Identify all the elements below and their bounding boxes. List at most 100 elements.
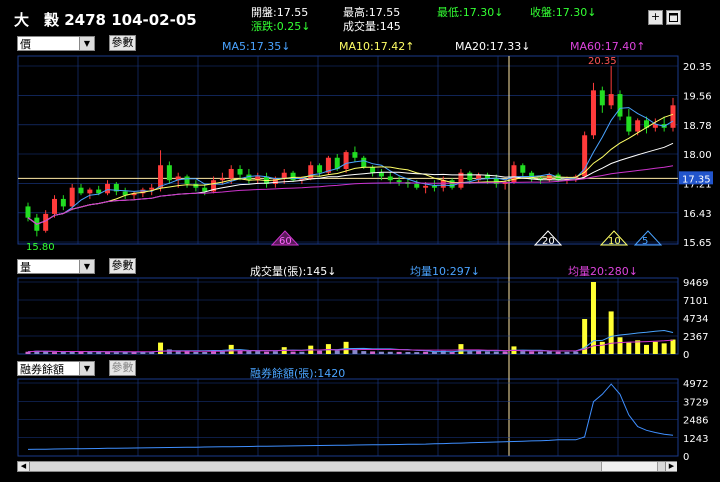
volume-bar: [193, 351, 199, 354]
ma-marker-label: 10: [608, 236, 621, 247]
candle-body: [281, 172, 287, 179]
volume-bar: [131, 352, 137, 354]
candle-body: [617, 94, 623, 117]
candle-body: [431, 185, 437, 188]
volume-bar: [555, 351, 561, 354]
volume-bar: [652, 341, 658, 354]
candle-body: [343, 152, 349, 169]
volume-bar: [272, 351, 278, 354]
ma-marker-label: 60: [279, 236, 292, 247]
volume-bar: [78, 351, 84, 354]
volume-bar: [219, 351, 225, 354]
margin-tick-label: 1243: [683, 434, 708, 445]
volume-bar: [414, 352, 420, 354]
candle-body: [202, 187, 208, 192]
volume-bar: [670, 339, 676, 354]
candle-body: [440, 180, 446, 188]
volume-tick-label: 2367: [683, 332, 708, 343]
volume-bar: [484, 351, 490, 354]
volume-bar: [113, 352, 119, 354]
volume-bar: [476, 350, 482, 354]
volume-bar: [529, 351, 535, 354]
price-tick-label: 15.65: [683, 238, 712, 249]
volume-tick-label: 0: [683, 350, 689, 361]
ma10-line: [27, 113, 674, 225]
candle-body: [414, 183, 420, 188]
chart-scrollbar[interactable]: ◀ ▶: [17, 461, 677, 472]
volume-bar: [202, 352, 208, 354]
volume-bar: [334, 350, 340, 354]
scroll-thumb[interactable]: [601, 462, 658, 471]
margin-tick-label: 4972: [683, 379, 708, 390]
current-price-label: 17.35: [682, 174, 711, 185]
avg-volume-20-line: [27, 339, 674, 353]
candle-body: [60, 198, 66, 207]
price-tick-label: 20.35: [683, 62, 712, 73]
candle-body: [670, 105, 676, 128]
volume-bar: [423, 351, 429, 354]
volume-bar: [317, 350, 323, 354]
candle-body: [25, 206, 31, 218]
volume-bar: [617, 337, 623, 354]
margin-tick-label: 2486: [683, 416, 708, 427]
scroll-left-icon[interactable]: ◀: [18, 462, 30, 471]
volume-bar: [87, 351, 93, 354]
volume-bar: [573, 351, 579, 354]
candle-body: [361, 157, 367, 168]
candle-body: [423, 185, 429, 188]
volume-bar: [537, 351, 543, 354]
candle-body: [317, 165, 323, 173]
volume-bar: [299, 351, 305, 354]
candlesticks: [25, 66, 676, 237]
volume-bar: [608, 311, 614, 354]
volume-bar: [643, 344, 649, 354]
margin-tick-label: 0: [683, 452, 689, 463]
volume-bar: [405, 352, 411, 354]
candle-body: [352, 152, 358, 158]
volume-bar: [590, 282, 596, 354]
margin-tick-label: 3729: [683, 397, 708, 408]
low-price-label: 15.80: [26, 242, 55, 253]
candle-body: [228, 168, 234, 179]
candle-body: [43, 213, 49, 231]
volume-bar: [467, 351, 473, 354]
candle-body: [626, 116, 632, 132]
candle-body: [166, 165, 172, 181]
peak-price-label: 20.35: [588, 56, 617, 67]
candle-body: [237, 168, 243, 175]
volume-bar: [264, 351, 270, 354]
volume-tick-label: 7101: [683, 296, 708, 307]
price-tick-label: 19.56: [683, 92, 712, 103]
ma-marker-label: 5: [642, 236, 648, 247]
candle-body: [608, 94, 614, 106]
candle-body: [87, 189, 93, 194]
volume-bar: [661, 343, 667, 354]
candle-body: [149, 187, 155, 190]
volume-bar: [352, 350, 358, 354]
avg-volume-10-line: [27, 329, 674, 353]
volume-bar: [52, 352, 58, 354]
volume-tick-label: 4734: [683, 314, 708, 325]
volume-bar: [290, 351, 296, 354]
scroll-right-icon[interactable]: ▶: [665, 462, 677, 471]
candle-body: [449, 180, 455, 188]
volume-bar: [520, 351, 526, 354]
volume-bar: [370, 351, 376, 354]
volume-bar: [502, 351, 508, 354]
chart-gridlines: [17, 55, 679, 457]
price-tick-label: 18.00: [683, 150, 712, 161]
candle-body: [378, 172, 384, 177]
volume-bar: [184, 351, 190, 354]
candle-body: [290, 172, 296, 181]
candle-body: [52, 198, 58, 214]
candle-body: [105, 183, 111, 194]
candle-body: [69, 187, 75, 207]
volume-bar: [246, 350, 252, 354]
volume-bar: [387, 351, 393, 354]
volume-bar: [431, 351, 437, 354]
ma-markers: 60 20 10 5: [270, 230, 663, 247]
candle-body: [387, 176, 393, 181]
volume-bar: [105, 352, 111, 354]
volume-bar: [96, 352, 102, 354]
stock-chart: 20.3519.5618.7818.0017.2116.4315.6517.35…: [17, 55, 713, 463]
